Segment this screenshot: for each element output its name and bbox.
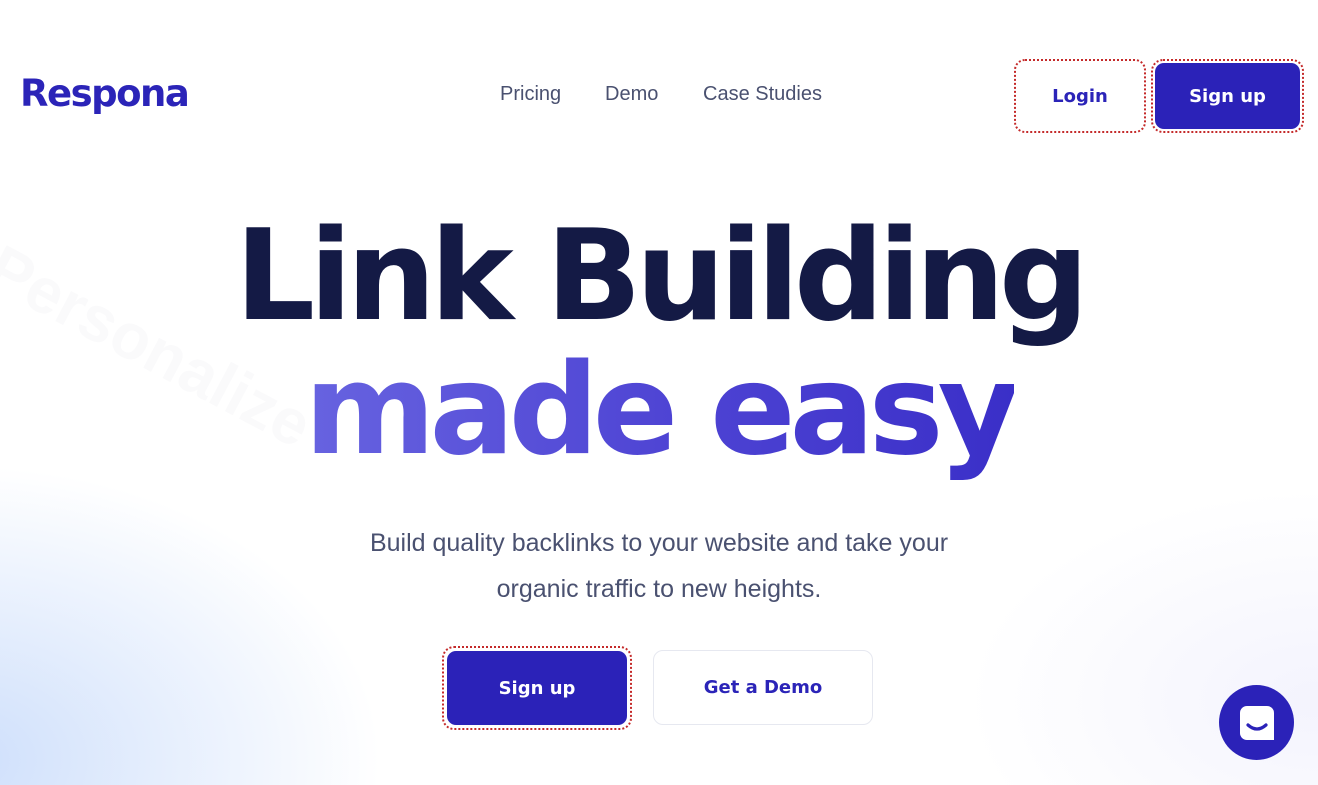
hero-title: Link Building — [234, 202, 1089, 349]
hero-signup-button[interactable]: Sign up — [447, 651, 627, 725]
header-signup-button[interactable]: Sign up — [1155, 63, 1300, 129]
chat-icon — [1239, 705, 1274, 740]
hero-subtitle: Build quality backlinks to your website … — [369, 529, 949, 603]
landing-page: Personalize Respona Pricing Demo Case St… — [0, 0, 1318, 785]
nav-link-demo[interactable]: Demo — [605, 80, 658, 108]
get-demo-button[interactable]: Get a Demo — [653, 650, 873, 725]
hero-title-accent: made easy — [0, 340, 1318, 480]
nav-link-case-studies[interactable]: Case Studies — [703, 80, 822, 108]
chat-widget-button[interactable] — [1219, 685, 1294, 760]
login-button[interactable]: Login — [1014, 59, 1146, 133]
nav-link-pricing[interactable]: Pricing — [500, 80, 561, 108]
hero-title-accent-text: made easy — [304, 336, 1019, 483]
